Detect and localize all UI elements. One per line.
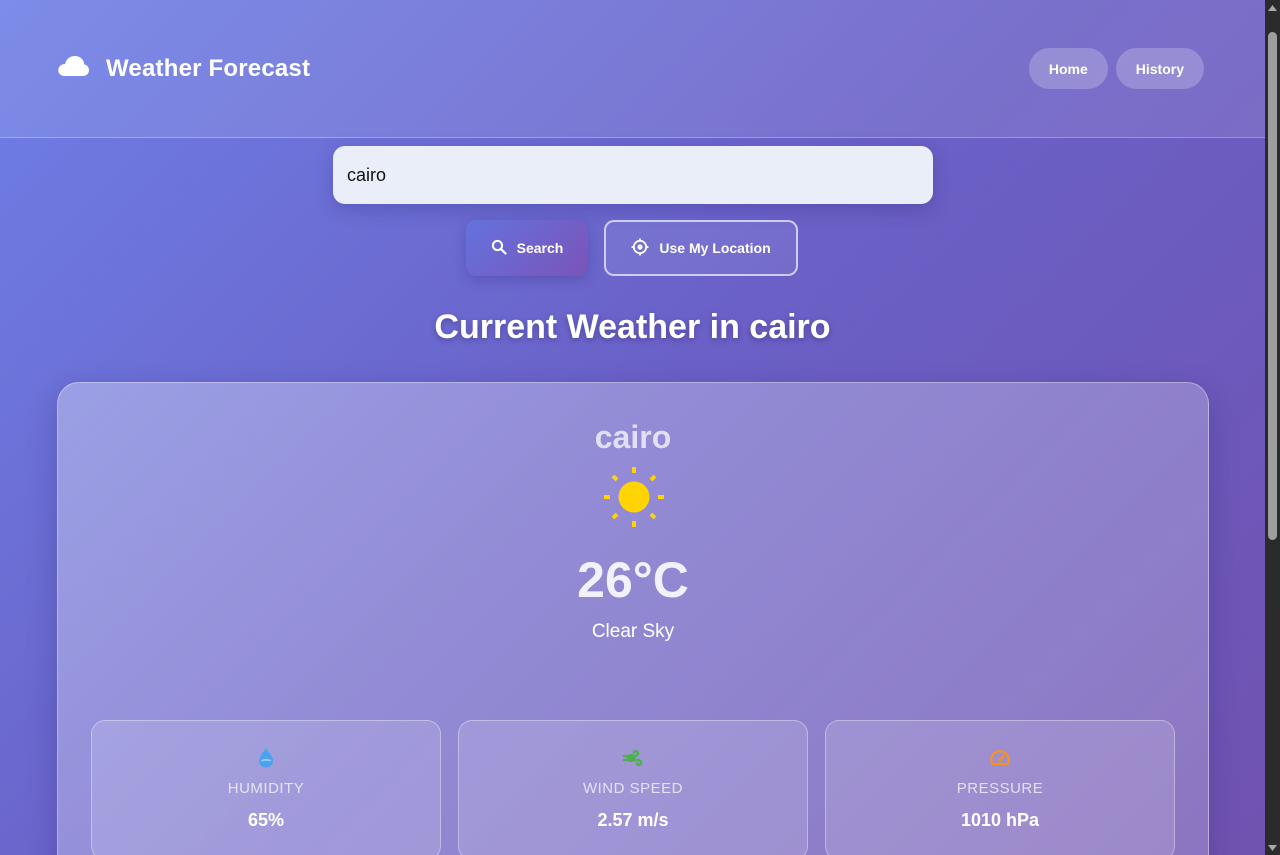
cloud-icon — [56, 54, 90, 83]
pressure-label: PRESSURE — [956, 780, 1044, 797]
scroll-down-arrow-icon[interactable] — [1265, 840, 1280, 855]
page-title: Current Weather in cairo — [434, 308, 831, 346]
scroll-up-arrow-icon[interactable] — [1265, 0, 1280, 15]
scrollbar-thumb[interactable] — [1268, 32, 1277, 540]
current-weather-card: cairo 26°C Clear Sky HUMIDITY 65% WIND S… — [57, 382, 1209, 855]
pressure-value: 1010 hPa — [960, 810, 1040, 830]
app-title: Weather Forecast — [106, 54, 311, 82]
pressure-card: PRESSURE 1010 hPa — [825, 720, 1175, 855]
city-search-input[interactable] — [333, 146, 933, 204]
search-actions: Search Use My Location — [466, 220, 798, 276]
search-icon — [491, 239, 507, 258]
temperature-value: 26°C — [577, 552, 689, 608]
humidity-value: 65% — [247, 810, 285, 830]
weather-stats: HUMIDITY 65% WIND SPEED 2.57 m/s PRESSUR… — [91, 720, 1175, 855]
city-name: cairo — [594, 419, 672, 455]
gauge-icon — [989, 747, 1011, 769]
wind-speed-label: WIND SPEED — [582, 780, 683, 797]
app-header: Weather Forecast Home History — [0, 0, 1265, 138]
nav-history-button[interactable]: History — [1115, 48, 1204, 89]
humidity-drop-icon — [255, 747, 277, 769]
search-button[interactable]: Search — [466, 220, 588, 276]
search-button-label: Search — [516, 240, 564, 256]
page-scrollbar[interactable] — [1265, 0, 1280, 855]
weather-description: Clear Sky — [591, 621, 675, 642]
humidity-card: HUMIDITY 65% — [91, 720, 441, 855]
use-my-location-label: Use My Location — [659, 240, 771, 256]
humidity-label: HUMIDITY — [227, 780, 305, 797]
nav-home-button[interactable]: Home — [1028, 48, 1108, 89]
brand: Weather Forecast — [56, 54, 310, 83]
wind-icon — [622, 747, 644, 769]
main-nav: Home History — [1028, 48, 1204, 89]
wind-speed-value: 2.57 m/s — [597, 810, 669, 830]
sun-icon — [602, 465, 666, 529]
use-my-location-button[interactable]: Use My Location — [604, 220, 798, 276]
crosshair-icon — [631, 238, 649, 259]
wind-speed-card: WIND SPEED 2.57 m/s — [458, 720, 808, 855]
